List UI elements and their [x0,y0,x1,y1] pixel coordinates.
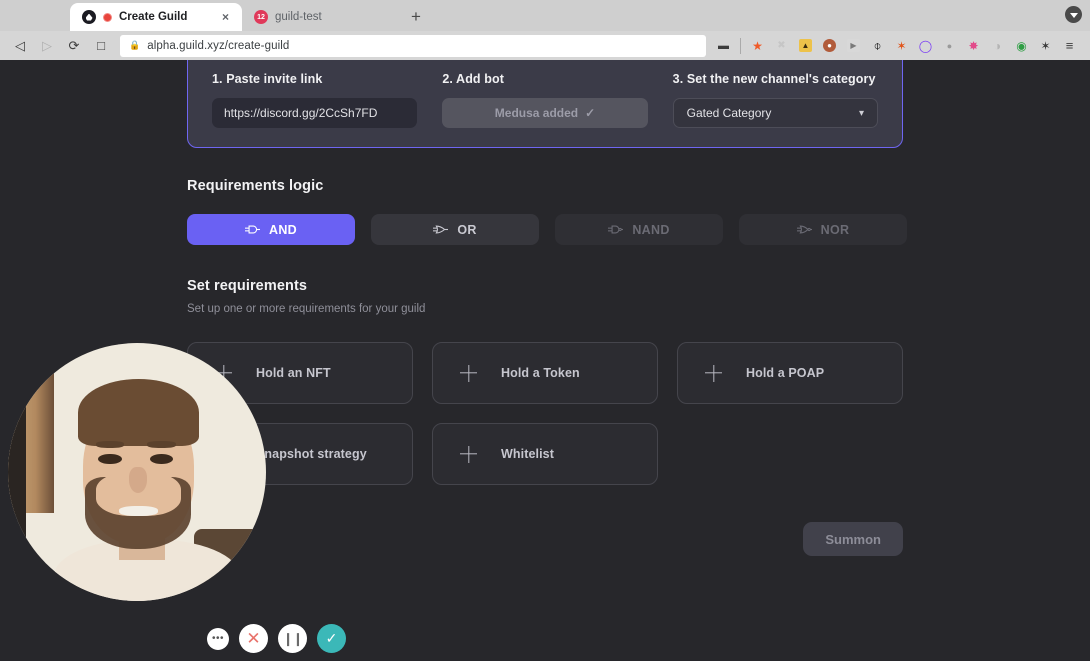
section-title: Set requirements [187,278,308,294]
submit-row: Summon [187,522,903,556]
plus-icon [705,365,722,382]
category-select-value: Gated Category [686,106,772,120]
forward-icon: ▷ [42,37,52,53]
reload-icon[interactable]: ⟳ [62,34,86,58]
setup-steps: 1. Paste invite link https://discord.gg/… [212,72,878,128]
requirement-label: Hold an NFT [256,366,331,380]
section-title: Requirements logic [187,178,324,194]
flower-extension-icon[interactable]: ✸ [963,35,984,56]
tab-guild-test[interactable]: guild-test [242,3,392,31]
menu-icon[interactable]: ≡ [1059,35,1080,56]
discord-setup-card: 1. Paste invite link https://discord.gg/… [187,60,903,148]
toolbar-icons: ▬ ★ ✖ ▲ ● ▶ ⌽ ✶ ◯ ● ✸ ◑ ◉ ✶ ≡ [713,35,1082,56]
step-label: 1. Paste invite link [212,72,323,86]
toolbar-divider [740,37,741,54]
recording-indicator-icon [103,12,112,22]
tab-strip: Create Guild × guild-test + [0,0,1090,31]
check-icon: ✓ [585,106,596,120]
color-wheel-icon[interactable]: ◉ [1011,35,1032,56]
more-options-button[interactable]: ••• [207,627,229,650]
browser-chrome: Create Guild × guild-test + ◁ ▷ ⟳ □ 🔒 al… [0,0,1090,60]
back-icon[interactable]: ◁ [8,34,32,58]
and-gate-icon [245,225,260,234]
opera-extension-icon[interactable]: ⌽ [867,35,888,56]
set-requirements-section: Set requirements Set up one or more requ… [187,278,1090,485]
requirements-logic-section: Requirements logic AND OR NAND NOR [187,178,1090,245]
webcam-brow-left [95,441,125,448]
requirement-label: Whitelist [501,447,554,461]
add-bot-label: Medusa added [494,106,579,120]
tab-title: Create Guild [119,11,188,23]
brave-shield-icon[interactable]: ★ [747,35,768,56]
camera-icon[interactable]: ▬ [713,35,734,56]
logic-option-and[interactable]: AND [187,214,355,245]
requirement-label: Snapshot strategy [256,447,367,461]
lock-icon: 🔒 [129,40,141,50]
moon-extension-icon[interactable]: ◑ [987,35,1008,56]
pause-recording-button[interactable]: ❙❙ [278,624,307,653]
or-gate-icon [433,225,449,234]
summon-button[interactable]: Summon [803,522,903,556]
webcam-eye-left [98,453,122,465]
logic-option-nor[interactable]: NOR [739,214,907,245]
logic-option-label: NOR [820,222,850,237]
new-tab-button[interactable]: + [402,3,430,31]
extensions-puzzle-icon[interactable]: ✶ [1035,35,1056,56]
avatar-extension-icon[interactable]: ● [819,35,840,56]
setup-step-category: 3. Set the new channel's category Gated … [672,72,878,128]
webcam-nose [129,466,148,493]
address-bar-url: alpha.guild.xyz/create-guild [147,39,290,52]
address-bar[interactable]: 🔒 alpha.guild.xyz/create-guild [120,34,706,57]
plus-icon [460,365,477,382]
webcam-hair [77,379,199,447]
cancel-recording-button[interactable]: ✕ [239,624,268,653]
webcam-mouth [118,505,158,516]
requirement-label: Hold a Token [501,366,580,380]
play-extension-icon[interactable]: ▶ [843,35,864,56]
invite-link-input[interactable]: https://discord.gg/2CcSh7FD [212,98,418,128]
tab-strip-left-spacer [8,0,70,31]
setup-step-invite-link: 1. Paste invite link https://discord.gg/… [212,72,418,128]
step-label: 3. Set the new channel's category [672,72,876,86]
webcam-brow-right [147,441,176,448]
add-bot-button[interactable]: Medusa added ✓ [442,98,648,128]
nor-gate-icon [796,225,812,234]
puzzle-muted-icon[interactable]: ✖ [771,35,792,56]
logic-option-or[interactable]: OR [371,214,539,245]
add-poap-requirement-card[interactable]: Hold a POAP [677,342,903,404]
metamask-icon[interactable]: ▲ [795,35,816,56]
guild-logo-icon [82,10,96,24]
setup-step-add-bot: 2. Add bot Medusa added ✓ [442,72,648,128]
close-icon[interactable]: × [218,10,233,25]
tab-title: guild-test [275,11,322,23]
plus-icon [460,446,477,463]
category-select[interactable]: Gated Category ▾ [672,98,878,128]
logic-option-nand[interactable]: NAND [555,214,723,245]
fox-extension-icon[interactable]: ✶ [891,35,912,56]
logic-option-label: AND [269,222,297,237]
ring-extension-icon[interactable]: ◯ [915,35,936,56]
step-label: 2. Add bot [442,72,504,86]
chevron-down-icon: ▾ [858,107,864,119]
finish-recording-button[interactable]: ✓ [317,624,346,653]
requirement-label: Hold a POAP [746,366,825,380]
add-whitelist-requirement-card[interactable]: Whitelist [432,423,658,485]
logic-options: AND OR NAND NOR [187,214,1090,245]
page-viewport: 1. Paste invite link https://discord.gg/… [0,60,1090,661]
bookmark-icon[interactable]: □ [89,34,113,58]
webcam-bubble [8,343,266,601]
recorder-control-bar: ••• ✕ ❙❙ ✓ [207,624,346,653]
wallet-extension-icon[interactable]: ● [939,35,960,56]
requirement-cards: Hold an NFT Hold a Token Hold a POAP Sna… [187,342,1090,485]
tab-create-guild[interactable]: Create Guild × [70,3,242,31]
section-subtitle: Set up one or more requirements for your… [187,303,426,315]
nand-gate-icon [608,225,624,234]
webcam-edge-shadow [8,343,27,601]
logic-option-label: NAND [632,222,670,237]
add-token-requirement-card[interactable]: Hold a Token [432,342,658,404]
download-caret-icon[interactable] [1065,6,1082,23]
discord-icon [254,10,268,24]
logic-option-label: OR [457,222,477,237]
url-bar: ◁ ▷ ⟳ □ 🔒 alpha.guild.xyz/create-guild ▬… [0,31,1090,60]
